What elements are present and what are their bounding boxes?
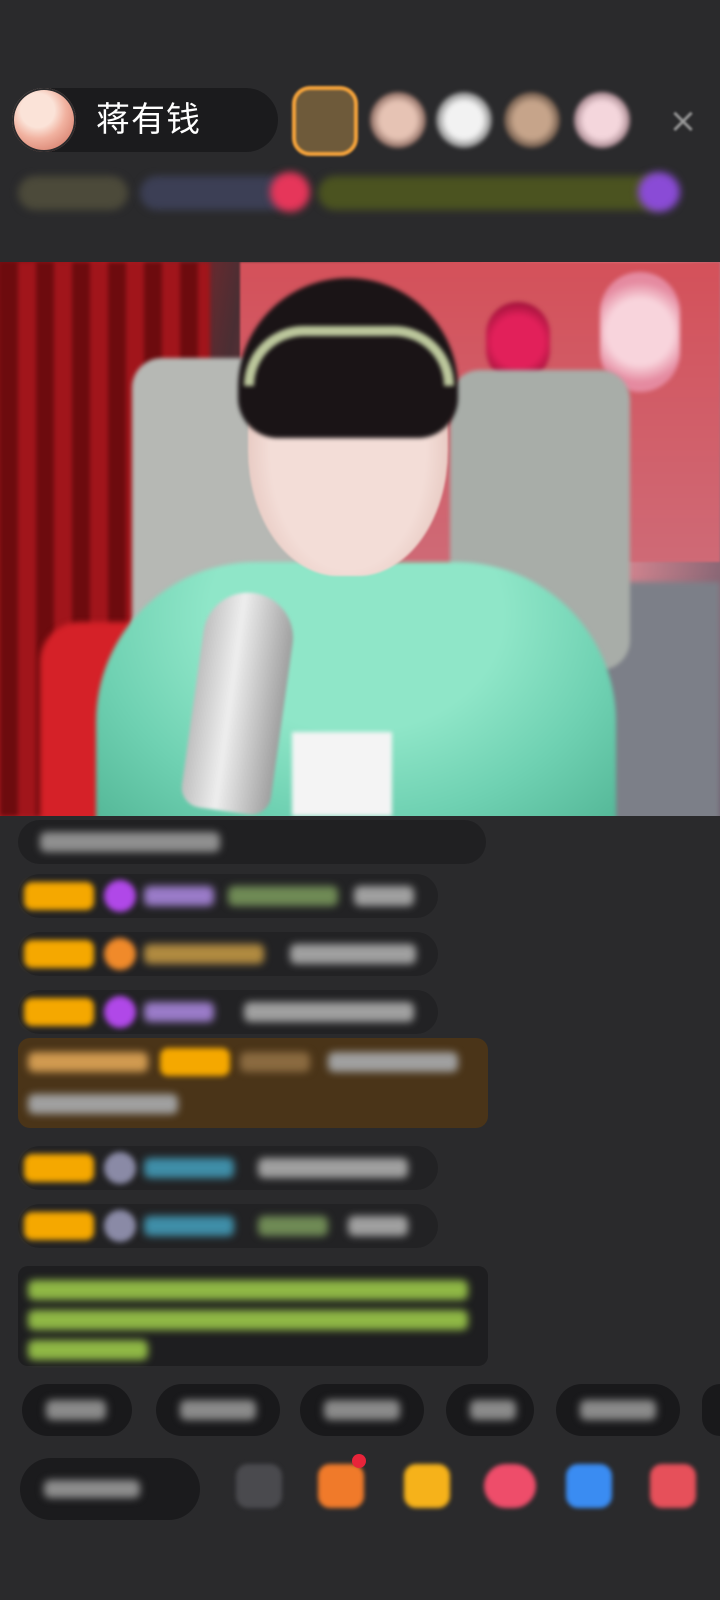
chat-text-blurred <box>258 1216 328 1236</box>
top-viewer-avatar-2[interactable] <box>370 92 426 148</box>
fan-badge-icon <box>104 938 136 970</box>
live-header: 蒋有钱 × <box>0 0 720 230</box>
username-blurred[interactable] <box>144 1158 234 1178</box>
top-viewer-avatar-5[interactable] <box>574 92 630 148</box>
username-blurred[interactable] <box>144 1002 214 1022</box>
top-viewer-avatar-1[interactable] <box>292 86 358 156</box>
system-notice <box>18 1266 488 1366</box>
more-icon[interactable] <box>236 1464 282 1508</box>
rank-chip[interactable] <box>18 176 128 210</box>
heart-icon[interactable] <box>270 172 310 212</box>
level-badge <box>160 1048 230 1076</box>
chat-text-blurred <box>228 886 338 906</box>
live-info-row <box>18 172 708 214</box>
pk-icon[interactable] <box>484 1464 536 1508</box>
notice-text-blurred <box>28 1310 468 1330</box>
chat-text-blurred <box>28 1094 178 1114</box>
chat-message[interactable] <box>18 932 438 976</box>
level-badge <box>24 998 94 1026</box>
gift-message[interactable] <box>18 1038 488 1128</box>
username-blurred[interactable] <box>144 886 214 906</box>
notification-dot <box>352 1454 366 1468</box>
notice-text-blurred <box>28 1280 468 1300</box>
level-badge <box>24 1154 94 1182</box>
username-blurred[interactable] <box>240 1052 310 1072</box>
username-blurred[interactable] <box>144 1216 234 1236</box>
user-avatar-icon <box>104 1152 136 1184</box>
chat-message[interactable] <box>18 990 438 1034</box>
chat-message[interactable] <box>18 874 438 918</box>
live-video-frame[interactable] <box>0 262 720 816</box>
chat-text-blurred <box>348 1216 408 1236</box>
gift-icon[interactable] <box>404 1464 450 1508</box>
quick-reply-chip[interactable] <box>556 1384 680 1436</box>
gift-box-icon[interactable] <box>318 1464 364 1508</box>
quick-reply-chip[interactable] <box>300 1384 424 1436</box>
comment-input[interactable] <box>20 1458 200 1520</box>
chat-bubble-icon[interactable] <box>566 1464 612 1508</box>
quick-reply-row <box>18 1384 720 1440</box>
top-viewer-avatar-4[interactable] <box>504 92 560 148</box>
chat-text-blurred <box>354 886 414 906</box>
notice-text-blurred <box>28 1340 148 1360</box>
top-viewer-avatar-3[interactable] <box>436 92 492 148</box>
gift-banner-blurred <box>28 1052 148 1072</box>
host-name[interactable]: 蒋有钱 <box>96 100 201 140</box>
host-info-pill[interactable]: 蒋有钱 <box>12 88 278 152</box>
streamer-headband <box>244 326 454 386</box>
diamond-icon <box>104 996 136 1028</box>
username-blurred[interactable] <box>144 944 264 964</box>
activity-chip[interactable] <box>318 176 668 210</box>
chat-message[interactable] <box>18 1204 438 1248</box>
streamer-undershirt <box>292 732 392 816</box>
level-badge <box>24 940 94 968</box>
quick-reply-chip[interactable] <box>702 1384 720 1436</box>
chat-text-blurred <box>40 832 220 852</box>
chat-text-blurred <box>290 944 416 964</box>
menu-icon[interactable] <box>650 1464 696 1508</box>
popularity-chip[interactable] <box>140 176 290 210</box>
host-avatar[interactable] <box>12 88 76 152</box>
diamond-icon <box>104 880 136 912</box>
gift-entry-icon[interactable] <box>638 172 680 212</box>
chat-text-blurred <box>244 1002 414 1022</box>
quick-reply-chip[interactable] <box>156 1384 280 1436</box>
chat-message[interactable] <box>18 1146 438 1190</box>
close-icon[interactable]: × <box>666 104 700 138</box>
chat-text-blurred <box>328 1052 458 1072</box>
chat-text-blurred <box>258 1158 408 1178</box>
quick-reply-chip[interactable] <box>22 1384 132 1436</box>
quick-reply-chip[interactable] <box>446 1384 534 1436</box>
user-avatar-icon <box>104 1210 136 1242</box>
chat-message[interactable] <box>18 820 486 864</box>
bottom-toolbar <box>0 1448 720 1538</box>
level-badge <box>24 1212 94 1240</box>
level-badge <box>24 882 94 910</box>
